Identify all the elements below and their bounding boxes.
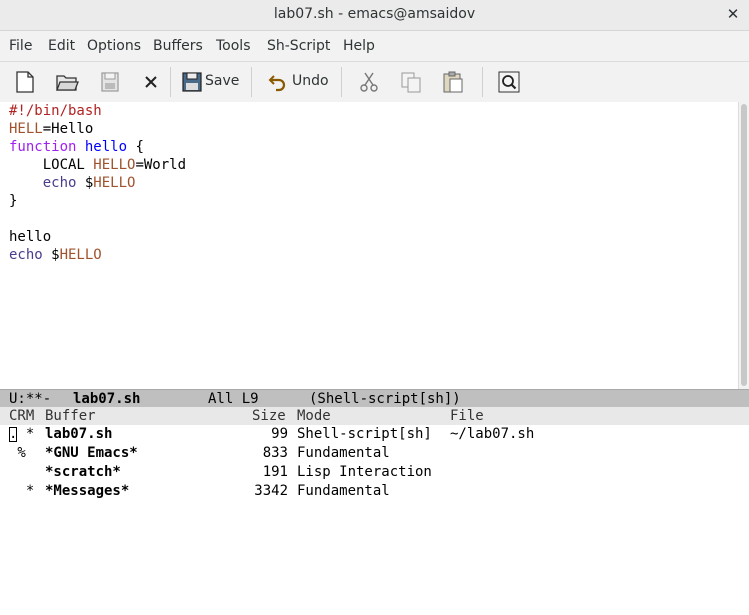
menu-file[interactable]: File bbox=[9, 38, 32, 54]
column-mode[interactable]: Mode bbox=[297, 407, 331, 425]
buffer-size: 99 bbox=[271, 426, 288, 442]
buffer-list-header: CRM Buffer Size Mode File bbox=[0, 407, 749, 425]
code-token: { bbox=[127, 139, 144, 155]
mode-line: U:**- lab07.sh All L9 (Shell-script[sh]) bbox=[0, 389, 749, 409]
buffer-name[interactable]: *GNU Emacs* bbox=[45, 444, 138, 463]
code-token: echo bbox=[9, 247, 43, 263]
modeline-status: U:**- bbox=[9, 391, 52, 407]
open-folder-icon[interactable] bbox=[55, 70, 79, 94]
close-icon[interactable]: ✕ bbox=[723, 4, 743, 24]
buffer-file: ~/lab07.sh bbox=[450, 426, 535, 442]
code-line[interactable]: HELL=Hello bbox=[9, 120, 93, 138]
code-token: echo bbox=[42, 175, 77, 191]
code-token: $ bbox=[76, 175, 94, 191]
buffer-mode: Fundamental bbox=[297, 445, 390, 461]
buffer-name[interactable]: lab07.sh bbox=[45, 425, 112, 444]
toolbar-separator bbox=[482, 67, 483, 97]
buffer-crm: * bbox=[9, 483, 35, 499]
save-icon[interactable] bbox=[181, 70, 203, 94]
menu-help[interactable]: Help bbox=[343, 38, 375, 54]
menu-edit[interactable]: Edit bbox=[48, 38, 75, 54]
toolbar-separator bbox=[170, 67, 171, 97]
save-disk-icon-disabled[interactable] bbox=[99, 70, 121, 94]
buffer-crm: . * bbox=[9, 426, 35, 442]
window-title: lab07.sh - emacs@amsaidov bbox=[273, 6, 476, 22]
buffer-row[interactable]: *scratch* 191 Lisp Interaction bbox=[0, 463, 749, 482]
code-token: } bbox=[9, 193, 18, 209]
editor-scrollbar[interactable] bbox=[738, 102, 749, 389]
code-line[interactable]: } bbox=[9, 192, 17, 210]
buffer-row[interactable]: % *GNU Emacs* 833 Fundamental bbox=[0, 444, 749, 463]
buffer-name[interactable]: *Messages* bbox=[45, 482, 129, 501]
copy-icon[interactable] bbox=[399, 70, 423, 94]
buffer-size: 191 bbox=[262, 464, 288, 480]
menu-buffers[interactable]: Buffers bbox=[153, 38, 203, 54]
code-token: =World bbox=[135, 157, 187, 173]
column-file[interactable]: File bbox=[450, 407, 484, 425]
buffer-row[interactable]: * *Messages* 3342 Fundamental bbox=[0, 482, 749, 501]
undo-icon[interactable] bbox=[268, 70, 288, 94]
menu-options[interactable]: Options bbox=[87, 38, 141, 54]
toolbar: Save Undo bbox=[0, 62, 749, 103]
code-token: HELLO bbox=[93, 157, 136, 173]
code-line[interactable]: echo $HELLO bbox=[9, 174, 136, 192]
buffer-mode: Shell-script[sh] bbox=[297, 426, 432, 442]
code-token: =Hello bbox=[42, 121, 94, 137]
code-line[interactable]: #!/bin/bash bbox=[9, 102, 102, 120]
menu-sh-script[interactable]: Sh-Script bbox=[267, 38, 330, 54]
buffer-name[interactable]: *scratch* bbox=[45, 463, 121, 482]
buffer-list: . * lab07.sh 99 Shell-script[sh] ~/lab07… bbox=[0, 425, 749, 533]
code-token: HELLO bbox=[93, 175, 136, 191]
code-line[interactable]: LOCAL HELLO=World bbox=[9, 156, 186, 174]
new-file-icon[interactable] bbox=[14, 70, 36, 94]
buffer-mode: Lisp Interaction bbox=[297, 464, 432, 480]
save-button[interactable]: Save bbox=[205, 73, 239, 89]
column-size[interactable]: Size bbox=[252, 407, 286, 425]
modeline-position: All L9 bbox=[208, 391, 259, 407]
toolbar-separator bbox=[341, 67, 342, 97]
scrollbar-thumb[interactable] bbox=[741, 104, 747, 386]
code-token: function bbox=[9, 139, 77, 155]
code-token: hello bbox=[84, 139, 128, 155]
buffer-size: 833 bbox=[262, 445, 288, 461]
code-token: LOCAL bbox=[9, 157, 94, 173]
code-editor[interactable]: #!/bin/bash HELL=Hello function hello { LO… bbox=[0, 102, 738, 389]
toolbar-separator bbox=[251, 67, 252, 97]
code-line[interactable]: echo $HELLO bbox=[9, 246, 102, 264]
search-icon[interactable] bbox=[498, 70, 520, 94]
code-token: HELLO bbox=[59, 247, 102, 263]
code-token: hello bbox=[9, 229, 52, 245]
menu-bar: File Edit Options Buffers Tools Sh-Scrip… bbox=[0, 31, 749, 62]
cut-icon[interactable] bbox=[358, 70, 380, 94]
buffer-row[interactable]: . * lab07.sh 99 Shell-script[sh] ~/lab07… bbox=[0, 425, 749, 444]
buffer-crm: % bbox=[9, 445, 26, 461]
code-token: #!/bin/bash bbox=[9, 103, 102, 119]
title-bar: lab07.sh - emacs@amsaidov ✕ bbox=[0, 0, 749, 31]
undo-button[interactable]: Undo bbox=[292, 73, 329, 89]
modeline-buffer-name[interactable]: lab07.sh bbox=[73, 390, 140, 408]
code-token: $ bbox=[42, 247, 60, 263]
kill-buffer-icon[interactable] bbox=[141, 70, 161, 94]
code-line[interactable]: hello bbox=[9, 228, 51, 246]
column-buffer[interactable]: Buffer bbox=[45, 407, 96, 425]
column-crm[interactable]: CRM bbox=[9, 407, 34, 425]
modeline-major-mode[interactable]: (Shell-script[sh]) bbox=[309, 390, 461, 408]
code-token: HELL bbox=[9, 121, 43, 137]
code-line[interactable]: function hello { bbox=[9, 138, 144, 156]
menu-tools[interactable]: Tools bbox=[216, 38, 251, 54]
buffer-mode: Fundamental bbox=[297, 483, 390, 499]
buffer-size: 3342 bbox=[254, 483, 288, 499]
paste-icon[interactable] bbox=[441, 70, 465, 94]
